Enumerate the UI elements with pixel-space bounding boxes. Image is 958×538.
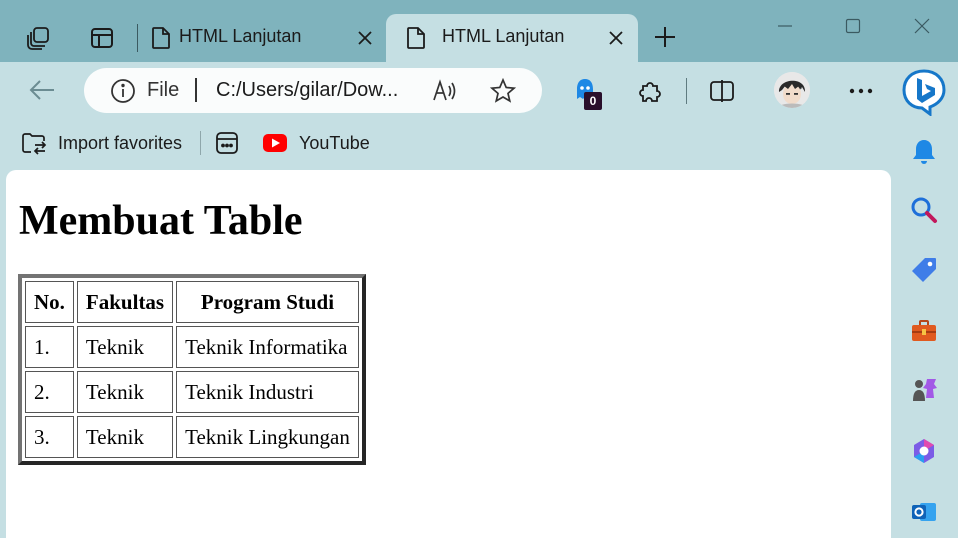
vertical-tabs-button[interactable] bbox=[78, 14, 126, 62]
table-cell: Teknik bbox=[76, 416, 174, 458]
minimize-button[interactable] bbox=[755, 6, 815, 46]
split-screen-button[interactable] bbox=[703, 72, 741, 110]
import-favorites-label: Import favorites bbox=[58, 132, 183, 153]
table-cell: Teknik Informatika bbox=[176, 326, 359, 368]
star-icon bbox=[490, 78, 516, 103]
tab-title: HTML Lanjutan bbox=[442, 26, 565, 46]
import-favorites-icon bbox=[20, 129, 48, 157]
close-icon bbox=[609, 31, 623, 45]
ghostery-extension-button[interactable]: 0 bbox=[566, 72, 604, 110]
youtube-icon bbox=[261, 129, 289, 157]
new-tab-button[interactable] bbox=[648, 20, 682, 54]
tab-html-lanjutan-2[interactable]: HTML Lanjutan bbox=[386, 14, 638, 62]
shopping-tag-icon bbox=[912, 258, 936, 282]
search-icon bbox=[911, 197, 937, 223]
maximize-button[interactable] bbox=[823, 6, 883, 46]
table-row: 3. Teknik Teknik Lingkungan bbox=[25, 416, 359, 458]
outlook-button[interactable] bbox=[907, 495, 941, 529]
notifications-button[interactable] bbox=[907, 135, 941, 169]
tab-title: HTML Lanjutan bbox=[179, 26, 302, 46]
favorites-separator bbox=[200, 131, 201, 155]
youtube-label: YouTube bbox=[299, 132, 370, 153]
close-icon bbox=[914, 18, 930, 34]
back-arrow-icon bbox=[29, 80, 54, 100]
bing-chat-button[interactable] bbox=[898, 66, 950, 118]
minimize-icon bbox=[778, 25, 792, 27]
read-aloud-button[interactable] bbox=[431, 77, 459, 105]
games-button[interactable] bbox=[907, 373, 941, 407]
workspaces-icon bbox=[27, 27, 49, 50]
page-heading: Membuat Table bbox=[19, 198, 303, 244]
maximize-icon bbox=[845, 18, 861, 34]
close-window-button[interactable] bbox=[892, 6, 952, 46]
table-header-row: No. Fakultas Program Studi bbox=[25, 281, 359, 323]
table-cell: Teknik bbox=[76, 371, 174, 413]
youtube-link[interactable]: YouTube bbox=[261, 128, 370, 158]
extensions-button[interactable] bbox=[631, 72, 669, 110]
page-icon bbox=[152, 27, 170, 49]
tab-close-button[interactable] bbox=[604, 26, 628, 50]
page-icon bbox=[407, 27, 425, 49]
import-favorites-link[interactable]: Import favorites bbox=[20, 128, 182, 158]
address-bar[interactable]: File C:/Users/gilar/Dow... bbox=[84, 68, 542, 113]
more-dots-icon bbox=[849, 88, 873, 94]
table-row: 1. Teknik Teknik Informatika bbox=[25, 326, 359, 368]
tab-strip: HTML Lanjutan HTML Lanjutan bbox=[0, 0, 958, 62]
table-row: 2. Teknik Teknik Industri bbox=[25, 371, 359, 413]
microsoft-365-button[interactable] bbox=[907, 434, 941, 468]
plus-icon bbox=[655, 27, 675, 47]
puzzle-icon bbox=[639, 82, 661, 102]
split-screen-icon bbox=[710, 80, 734, 102]
url-text[interactable]: C:/Users/gilar/Dow... bbox=[216, 79, 398, 102]
table-cell: Teknik bbox=[76, 326, 174, 368]
back-button[interactable] bbox=[24, 74, 60, 106]
tools-icon bbox=[912, 320, 936, 341]
tab-html-lanjutan-1[interactable]: HTML Lanjutan bbox=[143, 14, 385, 62]
extension-badge: 0 bbox=[584, 92, 602, 110]
apps-folder-icon bbox=[213, 129, 241, 157]
games-icon bbox=[913, 379, 937, 401]
settings-and-more-button[interactable] bbox=[842, 72, 880, 110]
toolbar-separator bbox=[686, 78, 687, 104]
tab-separator bbox=[137, 24, 138, 52]
profile-picture-icon bbox=[774, 72, 810, 108]
table-cell: 2. bbox=[25, 371, 74, 413]
scheme-label: File bbox=[147, 79, 180, 101]
address-separator bbox=[195, 78, 197, 102]
web-content: Membuat Table No. Fakultas Program Studi… bbox=[6, 170, 891, 538]
profile-avatar[interactable] bbox=[774, 72, 810, 108]
add-favorite-button[interactable] bbox=[489, 77, 517, 105]
column-header-program-studi: Program Studi bbox=[176, 281, 359, 323]
tab-actions-icon bbox=[91, 28, 113, 48]
sidebar-search-button[interactable] bbox=[907, 193, 941, 227]
table-cell: Teknik Lingkungan bbox=[176, 416, 359, 458]
workspaces-button[interactable] bbox=[14, 14, 62, 62]
tab-close-button[interactable] bbox=[353, 26, 377, 50]
apps-folder-link[interactable] bbox=[213, 128, 251, 158]
tools-button[interactable] bbox=[907, 314, 941, 348]
column-header-no: No. bbox=[25, 281, 74, 323]
read-aloud-icon bbox=[433, 79, 456, 101]
bing-icon bbox=[902, 69, 946, 116]
outlook-icon bbox=[912, 503, 936, 521]
close-icon bbox=[358, 31, 372, 45]
column-header-fakultas: Fakultas bbox=[76, 281, 174, 323]
table-cell: Teknik Industri bbox=[176, 371, 359, 413]
microsoft-365-icon bbox=[914, 439, 934, 463]
shopping-button[interactable] bbox=[907, 253, 941, 287]
table-cell: 1. bbox=[25, 326, 74, 368]
study-program-table: No. Fakultas Program Studi 1. Teknik Tek… bbox=[18, 274, 366, 465]
info-icon[interactable] bbox=[110, 78, 136, 104]
table-cell: 3. bbox=[25, 416, 74, 458]
bell-icon bbox=[913, 140, 935, 164]
